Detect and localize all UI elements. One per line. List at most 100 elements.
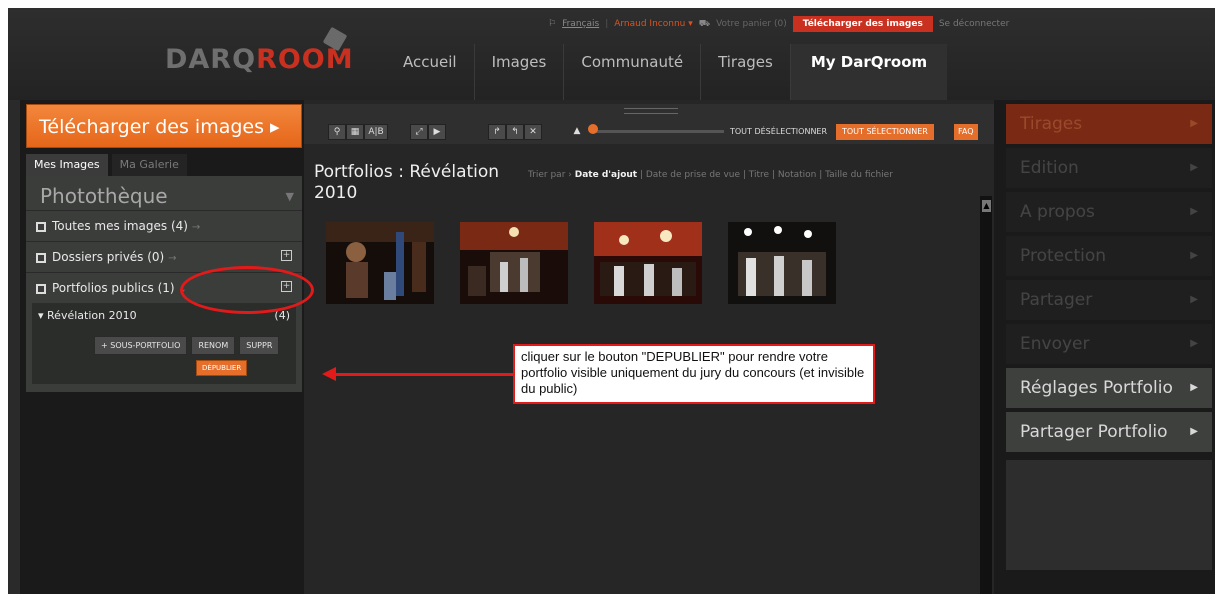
logout-link[interactable]: Se déconnecter — [939, 19, 1009, 29]
download-images-button[interactable]: Télécharger des images — [792, 16, 933, 32]
fullscreen-icon[interactable]: ⤢ — [410, 124, 428, 140]
page-title: Portfolios : Révélation 2010 — [314, 162, 500, 203]
menu-label: Partager Portfolio — [1020, 422, 1168, 442]
grid-icon[interactable]: ▦ — [346, 124, 364, 140]
scroll-up-icon[interactable]: ▲ — [982, 200, 991, 212]
chevron-right-icon: ▶ — [1190, 250, 1198, 261]
arrow-icon: → — [168, 253, 177, 264]
menu-a-propos[interactable]: A propos ▶ — [1006, 192, 1212, 232]
menu-label: Protection — [1020, 246, 1107, 266]
cart-link[interactable]: Votre panier (0) — [716, 19, 787, 29]
library-title-text: Photothèque — [40, 184, 168, 208]
delete-button[interactable]: SUPPR — [239, 336, 280, 355]
sort-bar: Trier par › Date d'ajout | Date de prise… — [528, 170, 893, 180]
left-panel: Télécharger des images ▸ Mes Images Ma G… — [26, 104, 302, 392]
menu-partager-portfolio[interactable]: Partager Portfolio ▶ — [1006, 412, 1212, 452]
photo-thumbnail[interactable] — [728, 222, 836, 304]
arrow-head-icon — [322, 367, 336, 381]
menu-label: Edition — [1020, 158, 1079, 178]
portfolio-icon — [36, 283, 46, 294]
menu-label: Tirages — [1020, 114, 1083, 134]
images-icon — [36, 221, 46, 232]
deselect-all-button[interactable]: TOUT DÉSÉLECTIONNER — [724, 124, 833, 140]
menu-protection[interactable]: Protection ▶ — [1006, 236, 1212, 276]
arrow-icon: → — [191, 222, 201, 233]
expand-icon: ▾ — [38, 309, 44, 322]
nav-accueil[interactable]: Accueil — [386, 44, 475, 100]
scrollbar[interactable] — [980, 196, 992, 594]
thumbnail-size-icon: ▲ — [573, 126, 581, 136]
toolbar: ⚲ ▦ A|B ⤢ ▶ ↱ ↰ ✕ ▲ TOUT DÉSÉLECTIONNER … — [304, 104, 994, 144]
nav-communaute[interactable]: Communauté — [564, 44, 702, 100]
sort-label: Trier par › — [528, 170, 572, 180]
chevron-down-icon[interactable]: ▼ — [286, 190, 294, 203]
nav-my-darqroom[interactable]: My DarQroom — [790, 44, 948, 100]
sort-date-taken[interactable]: Date de prise de vue — [646, 170, 740, 180]
globe-icon: ⚐ — [548, 19, 557, 29]
delete-icon[interactable]: ✕ — [524, 124, 542, 140]
row-label: Toutes mes images (4) — [52, 219, 188, 233]
chevron-right-icon: ▶ — [1190, 206, 1198, 217]
depublish-button[interactable]: DÉPUBLIER — [196, 360, 248, 376]
portfolio-folder: ▾ Révélation 2010 (4) + SOUS-PORTFOLIO RE… — [32, 303, 296, 384]
left-edge — [8, 100, 20, 594]
tab-mes-images[interactable]: Mes Images — [26, 154, 108, 176]
chevron-right-icon: ▶ — [1190, 162, 1198, 173]
sub-portfolio-button[interactable]: + SOUS-PORTFOLIO — [94, 336, 188, 355]
menu-partager[interactable]: Partager ▶ — [1006, 280, 1212, 320]
sort-rating[interactable]: Notation — [778, 170, 817, 180]
top-bar: ⚐ Français | Arnaud Inconnu ▾ ⛟ Votre pa… — [548, 16, 1009, 32]
menu-label: Réglages Portfolio — [1020, 378, 1173, 398]
faq-button[interactable]: FAQ — [954, 124, 978, 140]
photo-thumbnail[interactable] — [326, 222, 434, 304]
chevron-right-icon: ▶ — [1190, 118, 1198, 129]
rename-button[interactable]: RENOM — [191, 336, 236, 355]
sort-file-size[interactable]: Taille du fichier — [825, 170, 893, 180]
logo-part1: DARQ — [165, 44, 257, 75]
folder-actions: + SOUS-PORTFOLIO RENOM SUPPR — [94, 336, 290, 355]
rotate-right-icon[interactable]: ↱ — [488, 124, 506, 140]
row-label: Dossiers privés (0) — [52, 250, 165, 264]
nav-tirages[interactable]: Tirages — [701, 44, 791, 100]
header: DARQROOM ⚐ Français | Arnaud Inconnu ▾ ⛟… — [8, 8, 1215, 100]
annotation-arrow — [332, 373, 515, 376]
sort-date-added[interactable]: Date d'ajout — [575, 170, 637, 180]
annotation-callout: cliquer sur le bouton "DEPUBLIER" pour r… — [513, 344, 875, 404]
rotate-left-icon[interactable]: ↰ — [506, 124, 524, 140]
add-icon[interactable]: + — [281, 250, 292, 261]
row-all-images[interactable]: Toutes mes images (4) → — [26, 210, 302, 241]
menu-edition[interactable]: Edition ▶ — [1006, 148, 1212, 188]
right-panel-filler — [1006, 460, 1212, 570]
main-nav: Accueil Images Communauté Tirages My Dar… — [386, 44, 948, 100]
chevron-right-icon: ▶ — [1190, 426, 1198, 437]
chevron-right-icon: ▶ — [1190, 382, 1198, 393]
drag-handle[interactable] — [624, 108, 678, 114]
nav-images[interactable]: Images — [475, 44, 565, 100]
chevron-right-icon: ▶ — [1190, 338, 1198, 349]
compare-icon[interactable]: A|B — [364, 124, 388, 140]
menu-label: A propos — [1020, 202, 1095, 222]
zoom-icon[interactable]: ⚲ — [328, 124, 346, 140]
highlight-circle — [180, 266, 314, 314]
menu-reglages-portfolio[interactable]: Réglages Portfolio ▶ — [1006, 368, 1212, 408]
menu-label: Partager — [1020, 290, 1093, 310]
slideshow-icon[interactable]: ▶ — [428, 124, 446, 140]
menu-envoyer[interactable]: Envoyer ▶ — [1006, 324, 1212, 364]
logo[interactable]: DARQROOM — [165, 44, 354, 75]
sort-title[interactable]: Titre — [749, 170, 769, 180]
size-slider[interactable] — [594, 130, 724, 133]
photo-thumbnail[interactable] — [460, 222, 568, 304]
language-link[interactable]: Français — [562, 19, 599, 29]
slider-knob[interactable] — [588, 124, 598, 134]
menu-tirages[interactable]: Tirages ▶ — [1006, 104, 1212, 144]
image-tabs: Mes Images Ma Galerie — [26, 154, 302, 176]
separator: | — [605, 19, 609, 29]
folder-name: Révélation 2010 — [47, 309, 137, 322]
tab-ma-galerie[interactable]: Ma Galerie — [111, 154, 187, 176]
folder-icon — [36, 252, 46, 263]
chevron-right-icon: ▶ — [1190, 294, 1198, 305]
upload-images-button[interactable]: Télécharger des images ▸ — [26, 104, 302, 148]
select-all-button[interactable]: TOUT SÉLECTIONNER — [836, 124, 934, 140]
user-menu[interactable]: Arnaud Inconnu ▾ — [614, 19, 693, 29]
photo-thumbnail[interactable] — [594, 222, 702, 304]
